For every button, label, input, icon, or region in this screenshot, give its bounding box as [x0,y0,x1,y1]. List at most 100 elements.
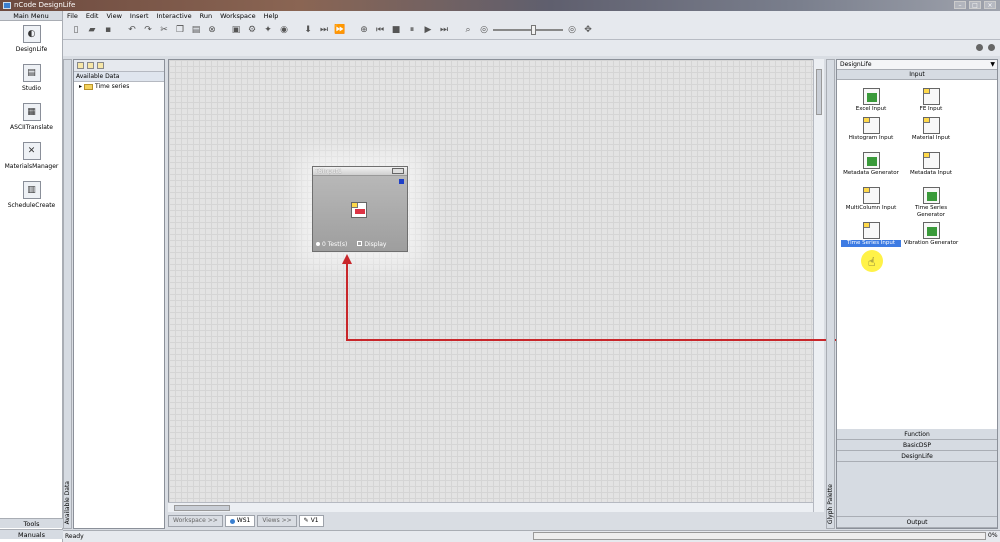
excel-input-icon [862,88,880,105]
zoom-slider[interactable] [493,23,563,37]
palette-item-multicolumn-input[interactable]: MultiColumn Input [841,187,901,212]
canvas-horizontal-scrollbar[interactable] [168,502,813,512]
glyph-display-toggle[interactable]: Display [357,240,386,248]
menu-run[interactable]: Run [200,12,212,20]
tree-item-time-series[interactable]: ▸ Time series [74,82,164,91]
panel-close-icon[interactable] [988,44,995,51]
palette-category-designlife[interactable]: DesignLife [837,451,997,462]
window-title: nCode DesignLife [14,1,76,9]
panel-options-icon[interactable] [976,44,983,51]
workspace-tab-toggle[interactable]: Workspace >> [168,515,223,527]
tsinput-glyph[interactable]: TSInput1 0 Test(s) Display [312,166,408,252]
menu-view[interactable]: View [106,12,121,20]
workspace-canvas[interactable] [168,59,824,512]
menu-workspace[interactable]: Workspace [220,12,256,20]
menu-bar: File Edit View Insert Interactive Run Wo… [63,11,1000,21]
cut-icon[interactable]: ✂ [157,23,171,37]
main-menu-schedulecreate[interactable]: ▥ ScheduleCreate [0,181,63,209]
time-series-generator-icon [922,187,940,204]
pan-icon[interactable]: ✥ [581,23,595,37]
menu-interactive[interactable]: Interactive [157,12,192,20]
last-icon[interactable]: ⏭ [437,23,451,37]
palette-item-excel-input[interactable]: Excel Input [841,88,901,113]
vertical-scroll-thumb[interactable] [816,69,822,115]
palette-item-time-series-input[interactable]: Time Series Input [841,222,901,247]
zoom-slider-thumb[interactable] [531,25,536,35]
designlife-icon: ◐ [22,25,41,43]
open-file-icon[interactable]: ▰ [85,23,99,37]
palette-category-input[interactable]: Input [837,70,997,80]
palette-item-fe-input[interactable]: FE Input [901,88,961,113]
glyph-palette-tab[interactable]: Glyph Palette [826,59,835,529]
zoom-out-icon[interactable]: ⌕ [461,23,475,37]
main-menu-sidebar: Main Menu ◐ DesignLife ▤ Studio ▦ ASCIIT… [0,11,63,542]
stop-icon[interactable]: ■ [389,23,403,37]
available-data-header: Available Data [74,72,164,82]
main-menu-materialsmanager[interactable]: ✕ MaterialsManager [0,142,63,170]
glyph-output-port[interactable] [399,179,404,184]
paste-icon[interactable]: ▤ [189,23,203,37]
folder-icon [84,83,94,90]
tab-v1[interactable]: ✎ V1 [298,515,324,527]
views-tab-toggle[interactable]: Views >> [257,515,297,527]
refresh-icon[interactable] [77,62,84,69]
time-series-input-icon [351,202,367,218]
tab-ws1[interactable]: WS1 [224,515,256,527]
app-icon [3,2,11,9]
config-icon[interactable]: ✦ [261,23,275,37]
play-icon[interactable]: ▶ [421,23,435,37]
canvas-vertical-scrollbar[interactable] [813,59,824,512]
add-icon[interactable]: ⊕ [357,23,371,37]
palette-category-output[interactable]: Output [837,517,997,528]
metadata-generator-icon [862,152,880,169]
info-icon[interactable]: ◉ [277,23,291,37]
expand-icon[interactable]: ▸ [79,83,82,90]
studio-icon: ▤ [22,64,41,82]
view-icon: ✎ [303,517,309,524]
first-icon[interactable]: ⏮ [373,23,387,37]
maximize-button[interactable]: □ [969,1,981,9]
palette-item-histogram-input[interactable]: Histogram Input [841,117,901,142]
glyph-properties-button[interactable] [392,168,404,174]
palette-item-metadata-generator[interactable]: Metadata Generator [841,152,901,177]
run-step-icon[interactable]: ⏭ [317,23,331,37]
print-icon[interactable]: ▣ [229,23,243,37]
delete-icon[interactable]: ⊗ [205,23,219,37]
menu-insert[interactable]: Insert [130,12,149,20]
manuals-button[interactable]: Manuals [0,529,63,539]
options-icon[interactable] [97,62,104,69]
tools-button[interactable]: Tools [0,518,63,528]
menu-edit[interactable]: Edit [86,12,99,20]
palette-category-basicdsp[interactable]: BasicDSP [837,440,997,451]
settings-icon[interactable]: ⚙ [245,23,259,37]
undo-icon[interactable]: ↶ [125,23,139,37]
palette-category-function[interactable]: Function [837,429,997,440]
fe-input-icon [922,88,940,105]
palette-item-time-series-generator[interactable]: Time Series Generator [901,187,961,219]
menu-help[interactable]: Help [264,12,279,20]
palette-item-vibration-generator[interactable]: Vibration Generator [901,222,961,247]
pause-icon[interactable]: ⏸ [405,23,419,37]
zoom-in-icon[interactable]: ◎ [565,23,579,37]
menu-file[interactable]: File [67,12,78,20]
move-down-icon[interactable]: ⬇ [301,23,315,37]
minimize-button[interactable]: – [954,1,966,9]
folder-icon[interactable] [87,62,94,69]
ascii-translate-icon: ▦ [22,103,41,121]
palette-selector[interactable]: DesignLife ▼ [837,60,997,70]
available-data-tab[interactable]: Available Data [63,59,72,529]
run-all-icon[interactable]: ⏩ [333,23,347,37]
close-button[interactable]: × [984,1,996,9]
main-menu-studio[interactable]: ▤ Studio [0,64,63,92]
palette-item-material-input[interactable]: Material Input [901,117,961,142]
redo-icon[interactable]: ↷ [141,23,155,37]
material-input-icon [922,117,940,134]
save-icon[interactable]: ▪ [101,23,115,37]
main-menu-designlife[interactable]: ◐ DesignLife [0,25,63,53]
horizontal-scroll-thumb[interactable] [174,505,230,511]
palette-item-metadata-input[interactable]: Metadata Input [901,152,961,177]
zoom-fit-icon[interactable]: ◎ [477,23,491,37]
copy-icon[interactable]: ❐ [173,23,187,37]
new-file-icon[interactable]: ▯ [69,23,83,37]
main-menu-asciitranslate[interactable]: ▦ ASCIITranslate [0,103,63,131]
